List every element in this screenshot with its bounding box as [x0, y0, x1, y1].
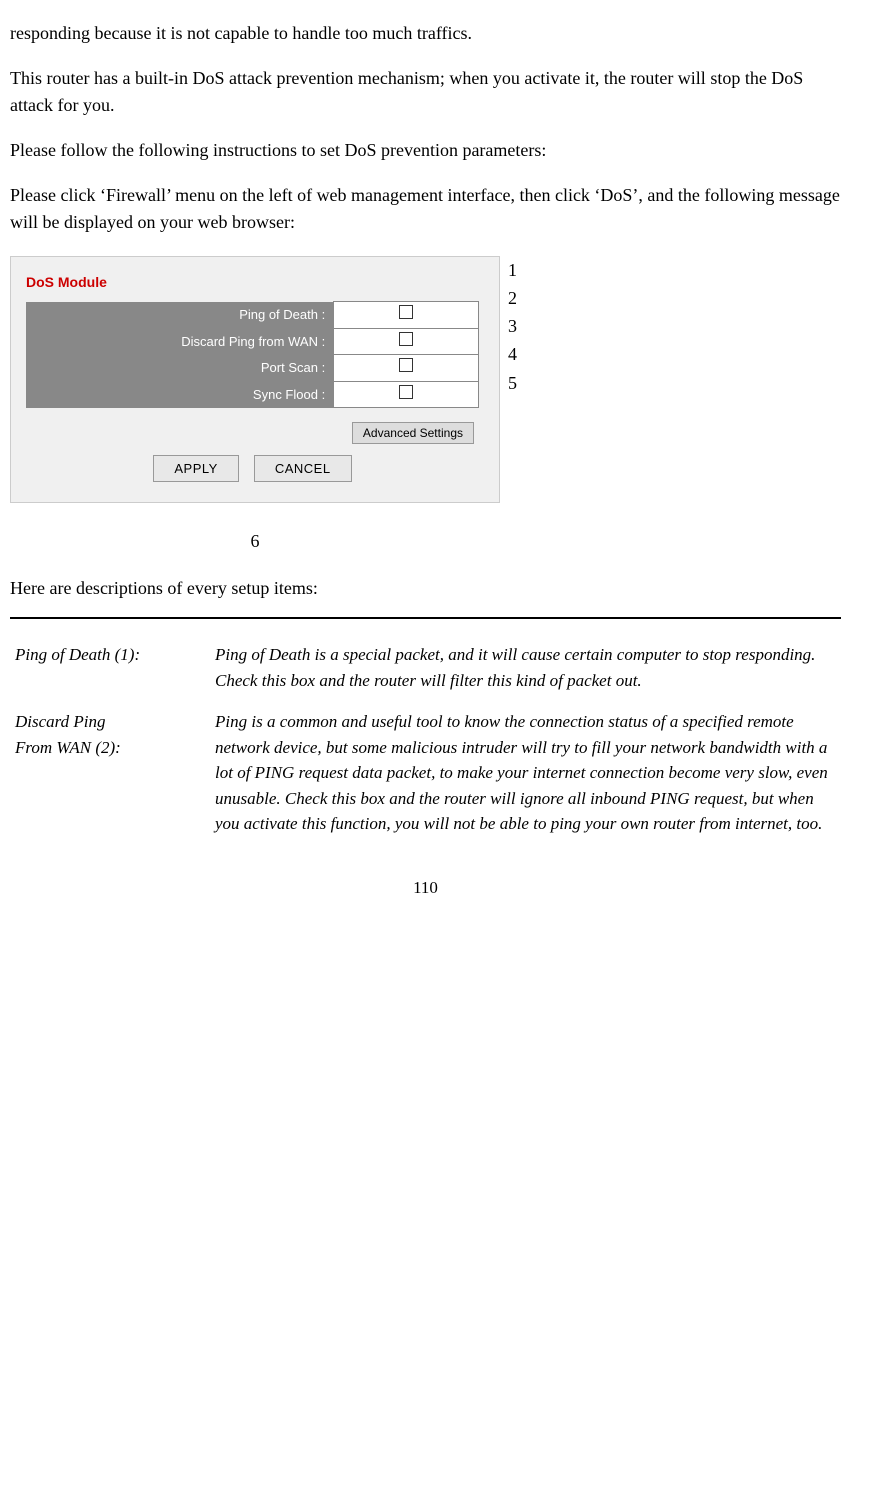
- desc-row-1: Ping of Death (1): Ping of Death is a sp…: [10, 634, 841, 701]
- page-content: responding because it is not capable to …: [10, 20, 841, 900]
- table-row: Port Scan :: [26, 355, 479, 382]
- action-buttons-row: APPLY CANCEL: [26, 455, 479, 482]
- descriptions-table: Ping of Death (1): Ping of Death is a sp…: [10, 634, 841, 845]
- dos-module-container: DoS Module Ping of Death : Discard Ping …: [10, 256, 500, 503]
- ping-death-label: Ping of Death :: [26, 302, 334, 329]
- num-2: 2: [508, 284, 517, 312]
- advanced-btn-row: Advanced Settings: [26, 418, 479, 445]
- apply-button[interactable]: APPLY: [153, 455, 238, 482]
- num-6: 6: [10, 528, 500, 555]
- number-annotations: 1 2 3 4 5: [508, 256, 517, 398]
- num-5: 5: [508, 368, 517, 398]
- sync-flood-checkbox[interactable]: [334, 381, 479, 408]
- discard-ping-checkbox[interactable]: [334, 328, 479, 355]
- intro-para1: responding because it is not capable to …: [10, 20, 841, 47]
- dos-module-wrapper: DoS Module Ping of Death : Discard Ping …: [10, 256, 841, 503]
- table-row: Sync Flood :: [26, 381, 479, 408]
- table-row: Ping of Death :: [26, 302, 479, 329]
- intro-para3: Please follow the following instructions…: [10, 137, 841, 164]
- intro-para4: Please click ‘Firewall’ menu on the left…: [10, 182, 841, 236]
- intro-para2: This router has a built-in DoS attack pr…: [10, 65, 841, 119]
- discard-ping-desc-label: Discard PingFrom WAN (2):: [10, 701, 210, 845]
- table-row: Discard Ping from WAN :: [26, 328, 479, 355]
- num-1: 1: [508, 256, 517, 284]
- discard-ping-label: Discard Ping from WAN :: [26, 328, 334, 355]
- sync-flood-label: Sync Flood :: [26, 381, 334, 408]
- desc-row-2: Discard PingFrom WAN (2): Ping is a comm…: [10, 701, 841, 845]
- advanced-settings-button[interactable]: Advanced Settings: [352, 422, 474, 444]
- discard-ping-desc-text: Ping is a common and useful tool to know…: [210, 701, 841, 845]
- descriptions-section: Here are descriptions of every setup ite…: [10, 575, 841, 845]
- dos-module-title: DoS Module: [26, 272, 479, 293]
- page-number: 110: [10, 875, 841, 901]
- divider: [10, 617, 841, 619]
- ping-death-checkbox[interactable]: [334, 302, 479, 329]
- dos-module-table: Ping of Death : Discard Ping from WAN : …: [26, 301, 479, 408]
- num-3: 3: [508, 312, 517, 340]
- num-4: 4: [508, 340, 517, 368]
- ping-death-desc-label: Ping of Death (1):: [10, 634, 210, 701]
- cancel-button[interactable]: CANCEL: [254, 455, 352, 482]
- descriptions-intro: Here are descriptions of every setup ite…: [10, 575, 841, 602]
- port-scan-label: Port Scan :: [26, 355, 334, 382]
- ping-death-desc-text: Ping of Death is a special packet, and i…: [210, 634, 841, 701]
- port-scan-checkbox[interactable]: [334, 355, 479, 382]
